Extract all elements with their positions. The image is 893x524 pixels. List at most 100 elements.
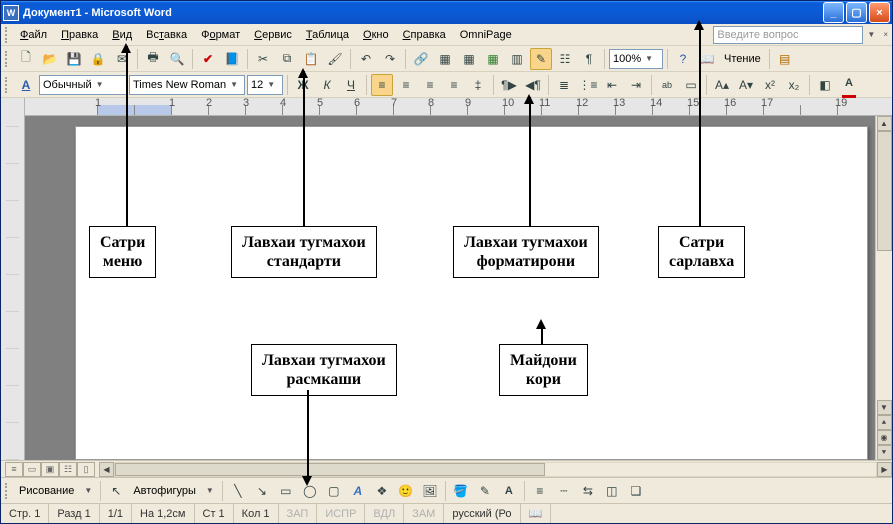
insert-picture-icon[interactable]: 🖼 bbox=[419, 480, 441, 502]
increase-indent-icon[interactable]: ⇥ bbox=[625, 74, 647, 96]
redo-icon[interactable]: ↷ bbox=[379, 48, 401, 70]
menu-таблица[interactable]: Таблица bbox=[299, 27, 356, 43]
maximize-button[interactable]: ▢ bbox=[846, 2, 867, 23]
chevron-down-icon[interactable]: ▼ bbox=[80, 486, 96, 495]
line-color-icon[interactable]: ✎ bbox=[474, 480, 496, 502]
vertical-scrollbar[interactable]: ▲ ▼ ⯅ ◉ ⯆ bbox=[875, 116, 892, 460]
browse-object-icon[interactable]: ◉ bbox=[877, 430, 892, 445]
status-ovr[interactable]: ЗАМ bbox=[404, 504, 444, 523]
rectangle-icon[interactable]: ▭ bbox=[275, 480, 297, 502]
arrow-style-icon[interactable]: ⇆ bbox=[577, 480, 599, 502]
font-combo[interactable]: Times New Roman▼ bbox=[129, 75, 245, 95]
menu-формат[interactable]: Формат bbox=[194, 27, 247, 43]
reading-view-icon[interactable]: ▯ bbox=[77, 462, 95, 477]
chevron-down-icon[interactable]: ▼ bbox=[202, 486, 218, 495]
bullets-icon[interactable]: ⋮≡ bbox=[577, 74, 599, 96]
research-icon[interactable]: 📘 bbox=[221, 48, 243, 70]
columns-icon[interactable]: ▥ bbox=[506, 48, 528, 70]
undo-icon[interactable]: ↶ bbox=[355, 48, 377, 70]
drawing-toggle-icon[interactable]: ✎ bbox=[530, 48, 552, 70]
normal-view-icon[interactable]: ≡ bbox=[5, 462, 23, 477]
close-button[interactable]: × bbox=[869, 2, 890, 23]
print-preview-icon[interactable]: 🔍 bbox=[166, 48, 188, 70]
scroll-thumb[interactable] bbox=[877, 131, 892, 251]
status-rev[interactable]: ИСПР bbox=[317, 504, 365, 523]
insert-table-icon[interactable]: ▦ bbox=[458, 48, 480, 70]
menu-окно[interactable]: Окно bbox=[356, 27, 396, 43]
autoshapes-menu[interactable]: Автофигуры bbox=[129, 485, 200, 497]
styles-icon[interactable]: A bbox=[15, 74, 37, 96]
vertical-ruler[interactable] bbox=[1, 98, 25, 460]
decrease-indent-icon[interactable]: ⇤ bbox=[601, 74, 623, 96]
paste-icon[interactable]: 📋 bbox=[300, 48, 322, 70]
read-mode-label[interactable]: Чтение bbox=[720, 53, 765, 65]
page[interactable] bbox=[75, 126, 868, 460]
close-help-icon[interactable]: × bbox=[879, 30, 892, 39]
menu-вставка[interactable]: Вставка bbox=[139, 27, 194, 43]
align-left-icon[interactable]: ≡ bbox=[371, 74, 393, 96]
menu-правка[interactable]: Правка bbox=[54, 27, 105, 43]
select-objects-icon[interactable]: ↖ bbox=[105, 480, 127, 502]
style-combo[interactable]: Обычный▼ bbox=[39, 75, 127, 95]
zoom-combo[interactable]: 100%▼ bbox=[609, 49, 663, 69]
rtl-icon[interactable]: ◀¶ bbox=[522, 74, 544, 96]
underline-icon[interactable]: Ч bbox=[340, 74, 362, 96]
fill-color-icon[interactable]: 🪣 bbox=[450, 480, 472, 502]
align-center-icon[interactable]: ≡ bbox=[395, 74, 417, 96]
status-lang[interactable]: русский (Ро bbox=[444, 504, 520, 523]
clipart-icon[interactable]: 🙂 bbox=[395, 480, 417, 502]
minimize-button[interactable]: _ bbox=[823, 2, 844, 23]
menu-сервис[interactable]: Сервис bbox=[247, 27, 299, 43]
web-view-icon[interactable]: ▭ bbox=[23, 462, 41, 477]
highlight-icon[interactable]: ab bbox=[656, 74, 678, 96]
menu-справка[interactable]: Справка bbox=[396, 27, 453, 43]
shading-icon[interactable]: ◧ bbox=[814, 74, 836, 96]
outline-view-icon[interactable]: ☷ bbox=[59, 462, 77, 477]
print-view-icon[interactable]: ▣ bbox=[41, 462, 59, 477]
arrow-icon[interactable]: ↘ bbox=[251, 480, 273, 502]
browse-next-icon[interactable]: ⯆ bbox=[877, 445, 892, 460]
format-painter-icon[interactable]: 🖌 bbox=[324, 48, 346, 70]
horizontal-ruler[interactable]: 1123456789101112131415161719 bbox=[25, 98, 892, 116]
superscript-icon[interactable]: x² bbox=[759, 74, 781, 96]
toolbar-handle[interactable] bbox=[5, 77, 9, 93]
italic-icon[interactable]: К bbox=[316, 74, 338, 96]
3d-icon[interactable]: ❏ bbox=[625, 480, 647, 502]
status-book-icon[interactable]: 📖 bbox=[521, 504, 552, 523]
line-icon[interactable]: ╲ bbox=[227, 480, 249, 502]
show-marks-icon[interactable]: ¶ bbox=[578, 48, 600, 70]
cut-icon[interactable]: ✂ bbox=[252, 48, 274, 70]
permission-icon[interactable]: 🔒 bbox=[87, 48, 109, 70]
menu-файл[interactable]: Файл bbox=[13, 27, 54, 43]
new-doc-icon[interactable]: 🗋 bbox=[15, 48, 37, 70]
browse-prev-icon[interactable]: ⯅ bbox=[877, 415, 892, 430]
menu-omnipage[interactable]: OmniPage bbox=[453, 27, 519, 43]
print-icon[interactable]: 🖶 bbox=[142, 48, 164, 70]
ask-question-box[interactable]: Введите вопрос bbox=[713, 26, 863, 44]
status-rec[interactable]: ЗАП bbox=[279, 504, 318, 523]
font-color-icon[interactable]: A bbox=[498, 480, 520, 502]
help-icon[interactable]: ? bbox=[672, 48, 694, 70]
spellcheck-icon[interactable]: ✔ bbox=[197, 48, 219, 70]
font-shrink-icon[interactable]: A▾ bbox=[735, 74, 757, 96]
hyperlink-icon[interactable]: 🔗 bbox=[410, 48, 432, 70]
scroll-down-icon[interactable]: ▼ bbox=[877, 400, 892, 415]
scroll-thumb-h[interactable] bbox=[115, 463, 545, 476]
align-right-icon[interactable]: ≡ bbox=[419, 74, 441, 96]
wordart-icon[interactable]: A bbox=[347, 480, 369, 502]
drawing-menu[interactable]: Рисование bbox=[15, 485, 78, 497]
ask-dropdown-icon[interactable]: ▼ bbox=[863, 30, 879, 39]
menu-вид[interactable]: Вид bbox=[105, 27, 139, 43]
open-icon[interactable]: 📂 bbox=[39, 48, 61, 70]
dash-style-icon[interactable]: ┄ bbox=[553, 480, 575, 502]
line-style-icon[interactable]: ≡ bbox=[529, 480, 551, 502]
diagram-icon[interactable]: ❖ bbox=[371, 480, 393, 502]
toolbar-handle[interactable] bbox=[5, 27, 9, 43]
doc-map-icon[interactable]: ☷ bbox=[554, 48, 576, 70]
font-grow-icon[interactable]: A▴ bbox=[711, 74, 733, 96]
scroll-left-icon[interactable]: ◀ bbox=[99, 462, 114, 477]
scroll-up-icon[interactable]: ▲ bbox=[877, 116, 892, 131]
tables-borders-icon[interactable]: ▦ bbox=[434, 48, 456, 70]
scroll-right-icon[interactable]: ▶ bbox=[877, 462, 892, 477]
horizontal-scrollbar[interactable]: ◀ ▶ bbox=[99, 462, 892, 477]
